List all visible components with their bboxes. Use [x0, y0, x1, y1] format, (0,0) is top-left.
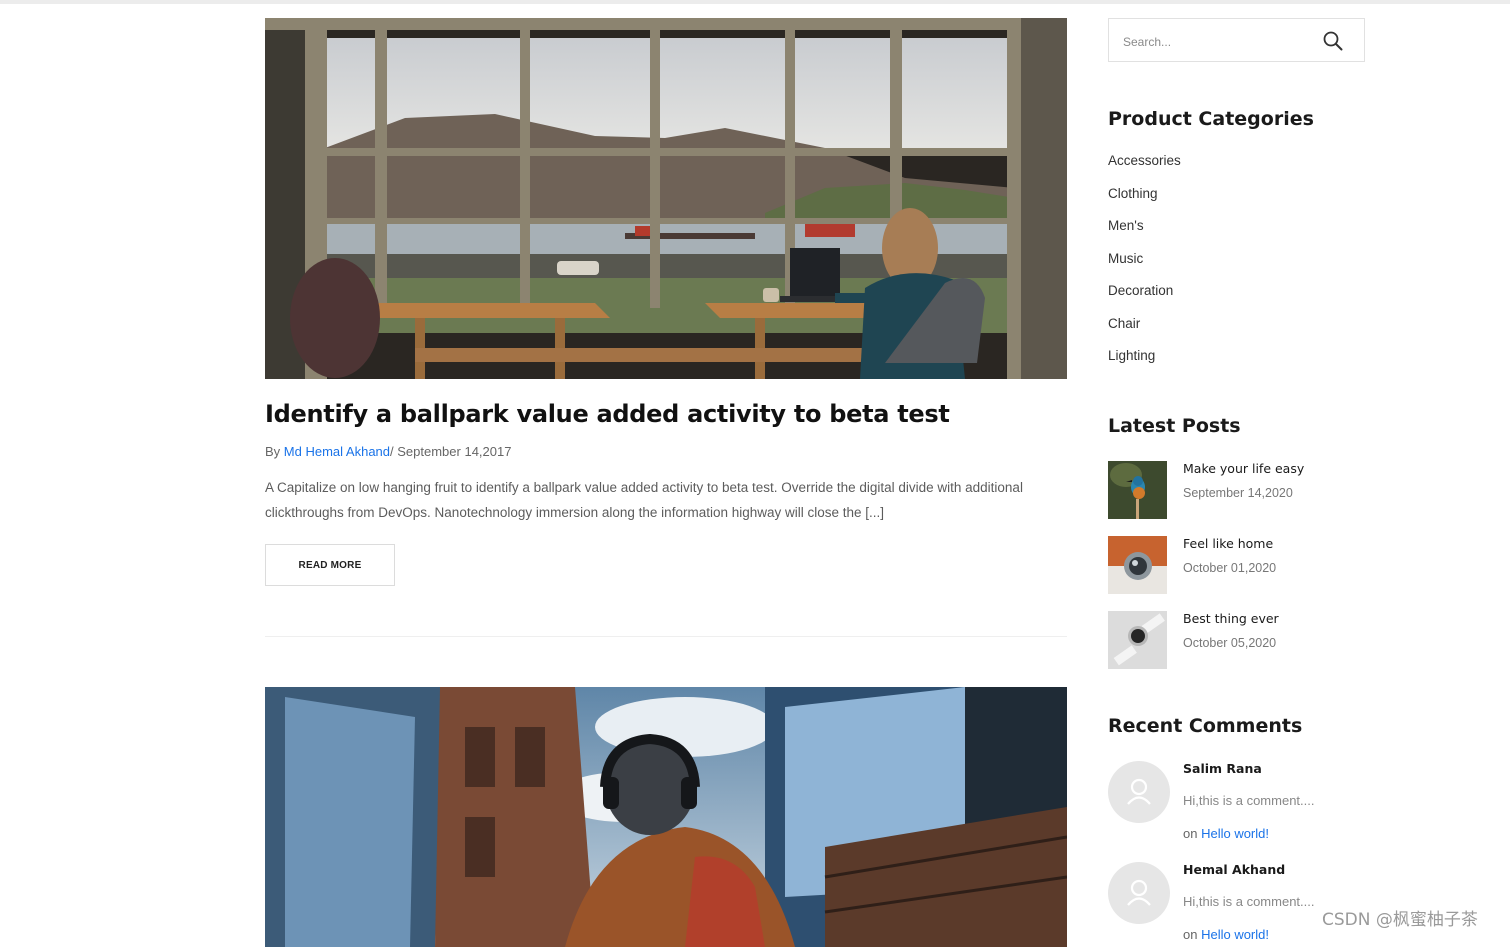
- latest-post-item[interactable]: Best thing ever October 05,2020: [1108, 611, 1365, 671]
- watermark-text: CSDN @枫蜜柚子茶: [1322, 910, 1478, 930]
- latest-post-date: October 01,2020: [1183, 561, 1277, 575]
- latest-post-title[interactable]: Make your life easy: [1183, 461, 1304, 476]
- search-box: [1108, 18, 1365, 62]
- post-by-label: By: [265, 444, 284, 459]
- category-item-clothing[interactable]: Clothing: [1108, 186, 1181, 219]
- post-date: / September 14,2017: [390, 444, 512, 459]
- latest-post-title[interactable]: Best thing ever: [1183, 611, 1279, 626]
- speaker-device-icon[interactable]: [1108, 536, 1167, 594]
- product-categories-title: Product Categories: [1108, 108, 1314, 130]
- comment-author: Salim Rana: [1183, 761, 1262, 776]
- comment-on-line: on Hello world!: [1183, 927, 1269, 942]
- top-border: [0, 0, 1510, 4]
- post-featured-image-2[interactable]: [265, 687, 1067, 947]
- post-meta: By Md Hemal Akhand/ September 14,2017: [265, 444, 511, 459]
- comment-text: Hi,this is a comment....: [1183, 793, 1315, 808]
- smartwatch-icon[interactable]: [1108, 611, 1167, 669]
- category-item-lighting[interactable]: Lighting: [1108, 348, 1181, 381]
- latest-post-item[interactable]: Feel like home October 01,2020: [1108, 536, 1365, 596]
- recent-comment-item: Salim Rana Hi,this is a comment.... on H…: [1108, 761, 1368, 851]
- comment-text: Hi,this is a comment....: [1183, 894, 1315, 909]
- category-item-music[interactable]: Music: [1108, 251, 1181, 284]
- search-input[interactable]: [1121, 31, 1315, 53]
- comment-post-link[interactable]: Hello world!: [1201, 927, 1269, 942]
- category-item-accessories[interactable]: Accessories: [1108, 153, 1181, 186]
- post-author-link[interactable]: Md Hemal Akhand: [284, 444, 390, 459]
- post-title[interactable]: Identify a ballpark value added activity…: [265, 400, 950, 428]
- latest-post-date: October 05,2020: [1183, 636, 1277, 650]
- user-avatar-icon: [1108, 761, 1170, 823]
- category-list: Accessories Clothing Men's Music Decorat…: [1108, 153, 1181, 381]
- comment-on-label: on: [1183, 927, 1202, 942]
- kingfisher-bird-icon[interactable]: [1108, 461, 1167, 519]
- post-featured-image[interactable]: [265, 18, 1067, 379]
- category-item-chair[interactable]: Chair: [1108, 316, 1181, 349]
- search-icon[interactable]: [1321, 29, 1345, 53]
- office-window-photo: [265, 18, 1067, 379]
- comment-on-line: on Hello world!: [1183, 826, 1269, 841]
- category-item-decoration[interactable]: Decoration: [1108, 283, 1181, 316]
- read-more-button[interactable]: READ MORE: [265, 544, 395, 586]
- city-walker-photo: [265, 687, 1067, 947]
- post-divider: [265, 636, 1067, 637]
- user-avatar-icon: [1108, 862, 1170, 924]
- category-item-mens[interactable]: Men's: [1108, 218, 1181, 251]
- comment-author: Hemal Akhand: [1183, 862, 1286, 877]
- comment-on-label: on: [1183, 826, 1202, 841]
- recent-comments-title: Recent Comments: [1108, 715, 1303, 737]
- latest-post-item[interactable]: Make your life easy September 14,2020: [1108, 461, 1365, 521]
- latest-posts-title: Latest Posts: [1108, 415, 1241, 437]
- comment-post-link[interactable]: Hello world!: [1201, 826, 1269, 841]
- post-excerpt: A Capitalize on low hanging fruit to ide…: [265, 480, 1023, 520]
- latest-post-title[interactable]: Feel like home: [1183, 536, 1273, 551]
- latest-post-date: September 14,2020: [1183, 486, 1293, 500]
